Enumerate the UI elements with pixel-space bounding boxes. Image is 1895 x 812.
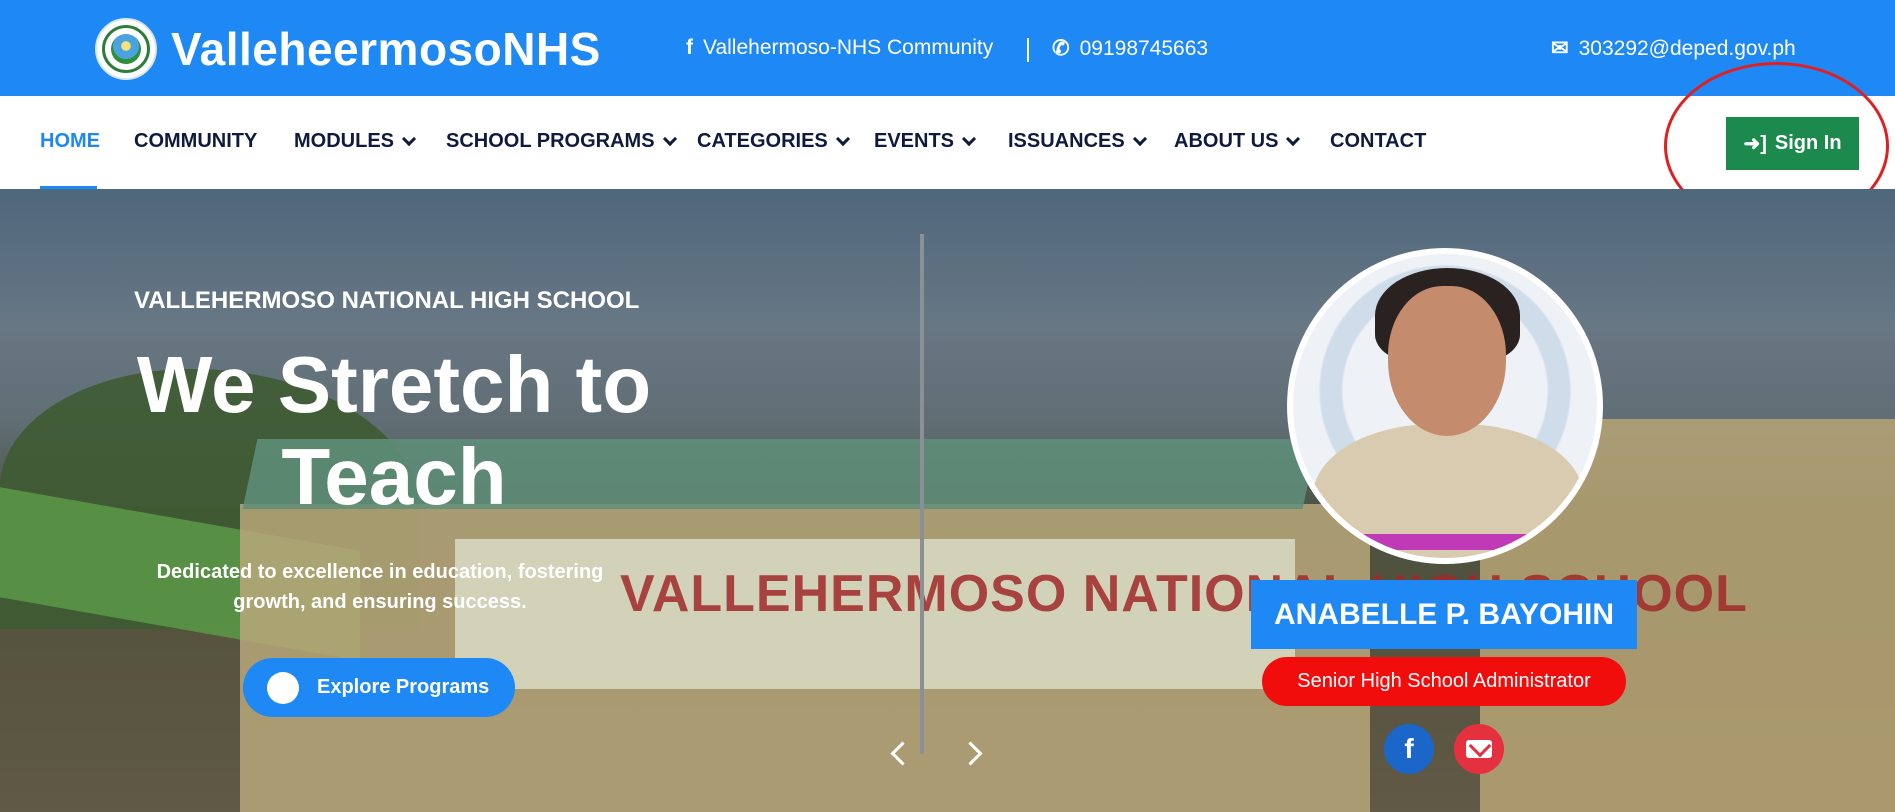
nav-home-label: HOME (40, 130, 100, 152)
brand[interactable]: ValleheermosoNHS (95, 18, 601, 80)
nav-community-label: COMMUNITY (134, 130, 258, 152)
chevron-right-icon[interactable] (958, 737, 988, 767)
admin-name: ANABELLE P. BAYOHIN (1251, 580, 1637, 649)
button-dot-icon (267, 671, 299, 704)
chevron-down-icon (1132, 131, 1147, 146)
nav-modules[interactable]: MODULES (294, 130, 417, 153)
nav-about-us[interactable]: ABOUT US (1174, 130, 1301, 153)
portrait-nameplate (1353, 534, 1543, 550)
nav-events-label: EVENTS (874, 130, 955, 152)
hero-tagline: VALLEHERMOSO NATIONAL HIGH SCHOOL (134, 287, 640, 314)
phone-text: 09198745663 (1079, 36, 1209, 60)
nav-school-programs[interactable]: SCHOOL PROGRAMS (446, 130, 677, 153)
divider (1027, 38, 1029, 62)
portrait-face (1388, 286, 1506, 436)
nav-issuances-label: ISSUANCES (1008, 130, 1125, 152)
explore-programs-button[interactable]: Explore Programs (243, 658, 515, 717)
chevron-down-icon (662, 131, 677, 146)
email-text: 303292@deped.gov.ph (1578, 36, 1796, 60)
nav-about-us-label: ABOUT US (1174, 130, 1279, 152)
chevron-down-icon (1286, 131, 1301, 146)
brand-name: ValleheermosoNHS (171, 23, 601, 75)
chevron-down-icon (401, 131, 417, 146)
nav-home[interactable]: HOME (40, 130, 100, 153)
nav-contact[interactable]: CONTACT (1330, 130, 1426, 153)
envelope-icon[interactable] (1454, 724, 1504, 774)
hero-headline: We Stretch to Teach (136, 340, 652, 521)
nav-contact-label: CONTACT (1330, 130, 1427, 152)
nav-issuances[interactable]: ISSUANCES (1008, 130, 1147, 153)
chevron-down-icon (835, 131, 850, 146)
flag-pole (920, 234, 924, 754)
nav-community[interactable]: COMMUNITY (134, 130, 257, 153)
envelope-icon: ✉ (1551, 37, 1569, 60)
school-logo (95, 18, 157, 80)
nav-events[interactable]: EVENTS (874, 130, 977, 153)
hero-section: VALLEHERMOSO NATIONAL HIGH SCHOOL VALLEH… (0, 189, 1895, 812)
facebook-text: Vallehermoso-NHS Community (703, 36, 994, 59)
main-nav: HOME COMMUNITY MODULES SCHOOL PROGRAMS C… (0, 96, 1895, 189)
facebook-icon: f (686, 36, 693, 59)
nav-categories-label: CATEGORIES (697, 130, 828, 152)
nav-modules-label: MODULES (294, 130, 394, 152)
phone-icon: ✆ (1052, 37, 1070, 60)
chevron-left-icon[interactable] (884, 737, 914, 767)
top-bar: ValleheermosoNHS f Vallehermoso-NHS Comm… (0, 0, 1895, 96)
explore-label: Explore Programs (317, 676, 490, 698)
admin-role: Senior High School Administrator (1262, 657, 1626, 706)
hero-description: Dedicated to excellence in education, fo… (156, 561, 604, 613)
nav-categories[interactable]: CATEGORIES (697, 130, 850, 153)
admin-portrait (1287, 248, 1603, 564)
nav-school-programs-label: SCHOOL PROGRAMS (446, 130, 655, 152)
phone-link[interactable]: ✆ 09198745663 (1052, 36, 1208, 61)
facebook-link[interactable]: f Vallehermoso-NHS Community (686, 36, 993, 60)
email-link[interactable]: ✉ 303292@deped.gov.ph (1551, 36, 1796, 61)
chevron-down-icon (961, 131, 977, 146)
facebook-icon[interactable]: f (1384, 724, 1434, 774)
